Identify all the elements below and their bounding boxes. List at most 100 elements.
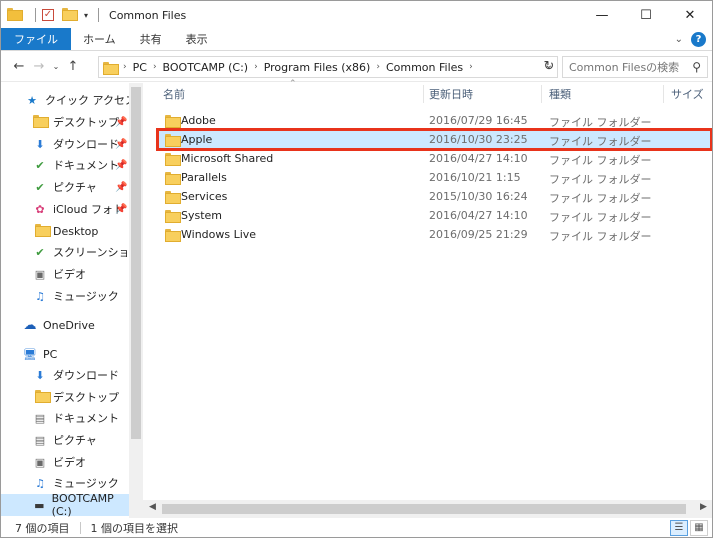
nav-label: ドキュメント (53, 412, 119, 425)
customize-toolbar-chevron-icon[interactable]: ▾ (84, 11, 88, 20)
details-view-icon[interactable]: ☰ (670, 520, 688, 536)
pictures-icon: ▤ (34, 433, 46, 447)
file-name: System (181, 209, 223, 222)
column-divider[interactable] (541, 85, 542, 103)
file-type: ファイル フォルダー (549, 173, 652, 186)
minimize-icon[interactable]: — (580, 1, 624, 29)
folder-icon (165, 229, 181, 242)
nav-label: ミュージック (53, 477, 119, 490)
nav-label: デスクトップ (53, 391, 119, 404)
nav-label: PC (43, 347, 58, 361)
pin-icon[interactable]: 📌 (115, 117, 127, 128)
file-row[interactable]: System 2016/04/27 14:10 ファイル フォルダー (159, 206, 712, 225)
address-bar[interactable]: › PC › BOOTCAMP (C:) › Program Files (x8… (98, 56, 558, 78)
file-name: Apple (181, 133, 213, 146)
nav-label: ダウンロード (53, 138, 119, 151)
tab-file[interactable]: ファイル (1, 28, 71, 50)
horizontal-scrollbar-thumb[interactable] (162, 504, 686, 514)
nav-label: ダウンロード (53, 369, 119, 382)
forward-icon[interactable]: → (29, 59, 49, 74)
column-divider[interactable] (423, 85, 424, 103)
folder-icon (165, 172, 181, 185)
pin-icon[interactable]: 📌 (115, 139, 127, 150)
nav-label: ドキュメント (53, 159, 119, 172)
scroll-right-icon[interactable]: ▶ (700, 502, 707, 512)
search-icon[interactable]: ⚲ (692, 60, 701, 74)
refresh-icon[interactable]: ↻ (539, 56, 559, 78)
file-type: ファイル フォルダー (549, 192, 652, 205)
breadcrumb-chevron-icon[interactable]: › (376, 62, 380, 72)
file-date: 2015/10/30 16:24 (429, 190, 528, 203)
nav-label: デスクトップ (53, 116, 119, 129)
file-name: Adobe (181, 114, 216, 127)
icloud-photos-icon: ✿ (35, 202, 45, 216)
breadcrumb-chevron-icon[interactable]: › (123, 62, 127, 72)
breadcrumb-common-files[interactable]: Common Files (386, 61, 463, 74)
file-type: ファイル フォルダー (549, 211, 652, 224)
close-icon[interactable]: ✕ (668, 1, 712, 29)
nav-pc-bootcamp[interactable]: ▬ BOOTCAMP (C:) (1, 492, 129, 518)
tab-share[interactable]: 共有 (128, 28, 174, 50)
column-header-name[interactable]: 名前 (163, 83, 185, 105)
tab-home[interactable]: ホーム (71, 28, 128, 50)
status-bar: 7 個の項目 1 個の項目を選択 ☰ ▦ (1, 518, 712, 537)
desktop-folder-icon (33, 115, 49, 129)
file-date: 2016/10/21 1:15 (429, 171, 521, 184)
folder-icon (33, 224, 51, 238)
navigation-scrollbar-thumb[interactable] (131, 87, 141, 439)
star-icon: ★ (27, 93, 37, 107)
tab-view[interactable]: 表示 (174, 28, 220, 50)
documents-icon: ▤ (34, 411, 46, 425)
maximize-icon[interactable]: ☐ (624, 1, 668, 29)
navigation-pane: ★ クイック アクセス デスクトップ 📌 ⬇ ダウンロード 📌 ✔ ドキュメント… (1, 83, 151, 518)
file-date: 2016/04/27 14:10 (429, 152, 528, 165)
drive-icon: ▬ (34, 498, 45, 512)
pin-icon[interactable]: 📌 (115, 204, 127, 215)
file-type: ファイル フォルダー (549, 154, 652, 167)
file-name: Services (181, 190, 228, 203)
breadcrumb-pc[interactable]: PC (133, 61, 147, 74)
column-header-date[interactable]: 更新日時 (429, 83, 473, 105)
nav-label: ピクチャ (53, 181, 97, 194)
file-name: Windows Live (181, 228, 257, 241)
download-icon: ⬇ (35, 137, 45, 151)
item-count: 7 個の項目 (15, 522, 70, 535)
file-row[interactable]: Adobe 2016/07/29 16:45 ファイル フォルダー (159, 111, 712, 130)
column-divider[interactable] (663, 85, 664, 103)
view-toggle: ☰ ▦ (668, 520, 708, 536)
column-header-type[interactable]: 種類 (549, 83, 571, 105)
breadcrumb-chevron-icon[interactable]: › (254, 62, 258, 72)
breadcrumb-chevron-icon[interactable]: › (153, 62, 157, 72)
title-bar: ✓ ▾ Common Files — ☐ ✕ (1, 1, 712, 29)
pin-icon[interactable]: 📌 (115, 182, 127, 193)
file-list: ⌃ 名前 更新日時 種類 サイズ Adobe 2016/07/29 16:45 … (143, 79, 712, 518)
file-row-selected[interactable]: Apple 2016/10/30 23:25 ファイル フォルダー (159, 130, 712, 149)
search-box[interactable]: ⚲ (562, 56, 708, 78)
scroll-left-icon[interactable]: ◀ (149, 502, 156, 512)
up-icon[interactable]: ↑ (63, 59, 83, 74)
file-row[interactable]: Parallels 2016/10/21 1:15 ファイル フォルダー (159, 168, 712, 187)
onedrive-icon: ☁ (23, 317, 37, 333)
properties-check-icon[interactable]: ✓ (42, 9, 54, 21)
breadcrumb-bootcamp[interactable]: BOOTCAMP (C:) (163, 61, 249, 74)
ribbon-right-controls: ⌄ ? (675, 32, 706, 47)
file-row[interactable]: Services 2015/10/30 16:24 ファイル フォルダー (159, 187, 712, 206)
help-icon[interactable]: ? (691, 32, 706, 47)
recent-locations-chevron-icon[interactable]: ⌄ (49, 62, 63, 71)
pictures-icon: ✔ (35, 180, 45, 194)
download-icon: ⬇ (35, 368, 45, 382)
file-row[interactable]: Windows Live 2016/09/25 21:29 ファイル フォルダー (159, 225, 712, 244)
window-title: Common Files (109, 8, 187, 22)
expand-ribbon-chevron-icon[interactable]: ⌄ (675, 34, 683, 45)
breadcrumb-program-files[interactable]: Program Files (x86) (264, 61, 371, 74)
back-icon[interactable]: ← (9, 59, 29, 74)
new-folder-icon[interactable] (62, 8, 78, 22)
breadcrumb-chevron-icon[interactable]: › (469, 62, 473, 72)
search-input[interactable] (569, 60, 687, 74)
column-header-size[interactable]: サイズ (671, 83, 704, 105)
quick-access-toolbar: ✓ ▾ (7, 8, 105, 22)
pin-icon[interactable]: 📌 (115, 160, 127, 171)
large-icons-view-icon[interactable]: ▦ (690, 520, 708, 536)
sort-ascending-icon: ⌃ (289, 79, 297, 89)
file-row[interactable]: Microsoft Shared 2016/04/27 14:10 ファイル フ… (159, 149, 712, 168)
